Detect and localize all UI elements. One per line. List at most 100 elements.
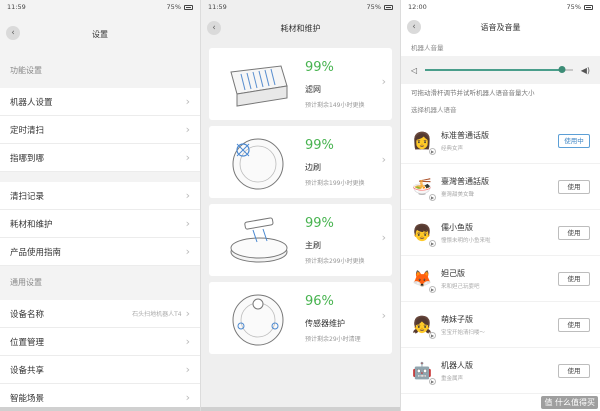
chevron-right-icon: ›: [381, 309, 386, 322]
voice-volume-panel: 12:00 75% ‹ 语音及音量 机器人音量 ◁ ◀) 可拖动滑杆调节并试听机…: [400, 0, 600, 411]
settings-panel: 11:59 75% ‹ 设置 功能设置 机器人设置 › 定时清扫 › 指哪到哪 › 清…: [0, 0, 200, 411]
in-use-button[interactable]: 使用中: [558, 133, 590, 148]
consumable-card-sensor[interactable]: 96% 传感器维护 预计剩余29小时清理 ›: [209, 282, 392, 354]
row-location[interactable]: 位置管理 ›: [0, 328, 200, 356]
use-button[interactable]: 使用: [558, 225, 590, 240]
voice-name: 萌妹子版: [441, 314, 473, 324]
play-icon[interactable]: ▶: [429, 147, 436, 155]
voice-name: 臺灣普通話版: [441, 176, 489, 186]
row-device-name[interactable]: 设备名称 石头扫地机器人T4 ›: [0, 300, 200, 328]
play-icon[interactable]: ▶: [429, 285, 436, 293]
back-icon[interactable]: ‹: [407, 20, 421, 34]
row-device-share[interactable]: 设备共享 ›: [0, 356, 200, 384]
row-robot-settings[interactable]: 机器人设置 ›: [0, 88, 200, 116]
bottom-bar: [0, 407, 200, 411]
chevron-right-icon: ›: [185, 245, 190, 258]
row-scheduled-clean[interactable]: 定时清扫 ›: [0, 116, 200, 144]
voice-name: 儒小鱼版: [441, 222, 473, 232]
settings-titlebar: ‹ 设置: [0, 14, 200, 54]
volume-label: 机器人音量: [411, 44, 444, 52]
voice-titlebar: ‹ 语音及音量: [401, 14, 600, 40]
side-brush-remaining: 预计剩余199小时更换: [305, 180, 365, 187]
voice-item[interactable]: 🤖 ▶ 机器人版 重金属声 使用: [401, 348, 600, 394]
use-button[interactable]: 使用: [558, 363, 590, 378]
volume-slider-knob[interactable]: [558, 66, 566, 73]
status-bar: 11:59 75%: [0, 0, 200, 14]
voice-item[interactable]: 👦 ▶ 儒小鱼版憧憬未明的小鱼来啦 使用: [401, 210, 600, 256]
volume-low-icon: ◁: [411, 65, 418, 75]
fox-avatar-icon: 🦊 ▶: [412, 269, 436, 293]
robot-avatar-icon: 🤖 ▶: [412, 361, 436, 385]
row-user-guide[interactable]: 产品使用指南 ›: [0, 238, 200, 266]
play-icon[interactable]: ▶: [429, 377, 436, 385]
volume-hint: 可拖动滑杆调节并试听机器人语音音量大小: [411, 89, 535, 97]
filter-name: 滤网: [305, 85, 321, 94]
voice-desc: 憧憬未明的小鱼来啦: [441, 237, 491, 244]
row-label: 指哪到哪: [10, 153, 45, 164]
play-icon[interactable]: ▶: [429, 239, 436, 247]
play-icon[interactable]: ▶: [429, 331, 436, 339]
main-brush-percent: 99%: [305, 216, 334, 231]
bowl-avatar-icon: 🍜 ▶: [412, 177, 436, 201]
watermark: 值 什么值得买: [541, 396, 598, 409]
consumables-panel: 11:59 75% ‹ 耗材和维护 99% 滤网 预计剩余149小时更换 › 9…: [200, 0, 400, 411]
status-time: 11:59: [208, 3, 227, 11]
play-icon[interactable]: ▶: [429, 193, 436, 201]
chevron-right-icon: ›: [185, 95, 190, 108]
voice-item[interactable]: 👧 ▶ 萌妹子版 宝宝开始清扫喽～ 使用: [401, 302, 600, 348]
consumable-card-side-brush[interactable]: 99% 边刷 预计剩余199小时更换 ›: [209, 126, 392, 198]
voice-desc: 臺灣甜美女聲: [441, 191, 475, 198]
status-bar: 12:00 75%: [401, 0, 600, 14]
back-icon[interactable]: ‹: [207, 21, 221, 35]
filter-icon: [230, 65, 288, 107]
back-icon[interactable]: ‹: [6, 26, 20, 40]
row-label: 清扫记录: [10, 191, 45, 202]
volume-control: ◁ ◀): [401, 56, 600, 84]
chevron-right-icon: ›: [381, 231, 386, 244]
chevron-right-icon: ›: [185, 363, 190, 376]
row-label: 定时清扫: [10, 125, 45, 136]
chevron-right-icon: ›: [185, 151, 190, 164]
row-clean-history[interactable]: 清扫记录 ›: [0, 182, 200, 210]
use-button[interactable]: 使用: [558, 317, 590, 332]
filter-remaining: 预计剩余149小时更换: [305, 102, 365, 109]
woman-avatar-icon: 👩 ▶: [412, 131, 436, 155]
row-go-to-spot[interactable]: 指哪到哪 ›: [0, 144, 200, 172]
battery-percent: 75%: [166, 3, 181, 11]
voice-item[interactable]: 👩 ▶ 标准普通话版 经典女声 使用中: [401, 118, 600, 164]
voice-desc: 来和妲己玩耍吧: [441, 283, 480, 290]
volume-high-icon: ◀): [580, 65, 590, 75]
main-brush-name: 主刷: [305, 241, 321, 250]
girl-avatar-icon: 👧 ▶: [412, 315, 436, 339]
voice-name: 机器人版: [441, 360, 473, 370]
device-name-value: 石头扫地机器人T4: [132, 311, 182, 318]
main-brush-remaining: 预计剩余299小时更换: [305, 258, 365, 265]
chevron-right-icon: ›: [185, 391, 190, 404]
voice-item[interactable]: 🍜 ▶ 臺灣普通話版 臺灣甜美女聲 使用: [401, 164, 600, 210]
battery-icon: [184, 4, 193, 10]
use-button[interactable]: 使用: [558, 179, 590, 194]
status-time: 11:59: [7, 3, 26, 11]
row-label: 耗材和维护: [10, 219, 53, 230]
sensor-remaining: 预计剩余29小时清理: [305, 336, 361, 343]
use-button[interactable]: 使用: [558, 271, 590, 286]
side-brush-percent: 99%: [305, 138, 334, 153]
row-consumables[interactable]: 耗材和维护 ›: [0, 210, 200, 238]
row-label: 智能场景: [10, 393, 45, 404]
chevron-right-icon: ›: [185, 335, 190, 348]
battery-icon: [384, 4, 393, 10]
section-label-function: 功能设置: [10, 66, 42, 75]
voice-desc: 经典女声: [441, 145, 464, 152]
chevron-right-icon: ›: [381, 153, 386, 166]
volume-slider[interactable]: [425, 66, 573, 73]
boy-avatar-icon: 👦 ▶: [412, 223, 436, 247]
consumables-titlebar: ‹ 耗材和维护: [201, 14, 400, 42]
consumable-card-filter[interactable]: 99% 滤网 预计剩余149小时更换 ›: [209, 48, 392, 120]
voice-name: 标准普通话版: [441, 130, 489, 140]
row-label: 产品使用指南: [10, 247, 62, 258]
bottom-bar: [201, 407, 400, 411]
voice-name: 妲己版: [441, 268, 465, 278]
consumable-card-main-brush[interactable]: 99% 主刷 预计剩余299小时更换 ›: [209, 204, 392, 276]
voice-item[interactable]: 🦊 ▶ 妲己版来和妲己玩耍吧 使用: [401, 256, 600, 302]
